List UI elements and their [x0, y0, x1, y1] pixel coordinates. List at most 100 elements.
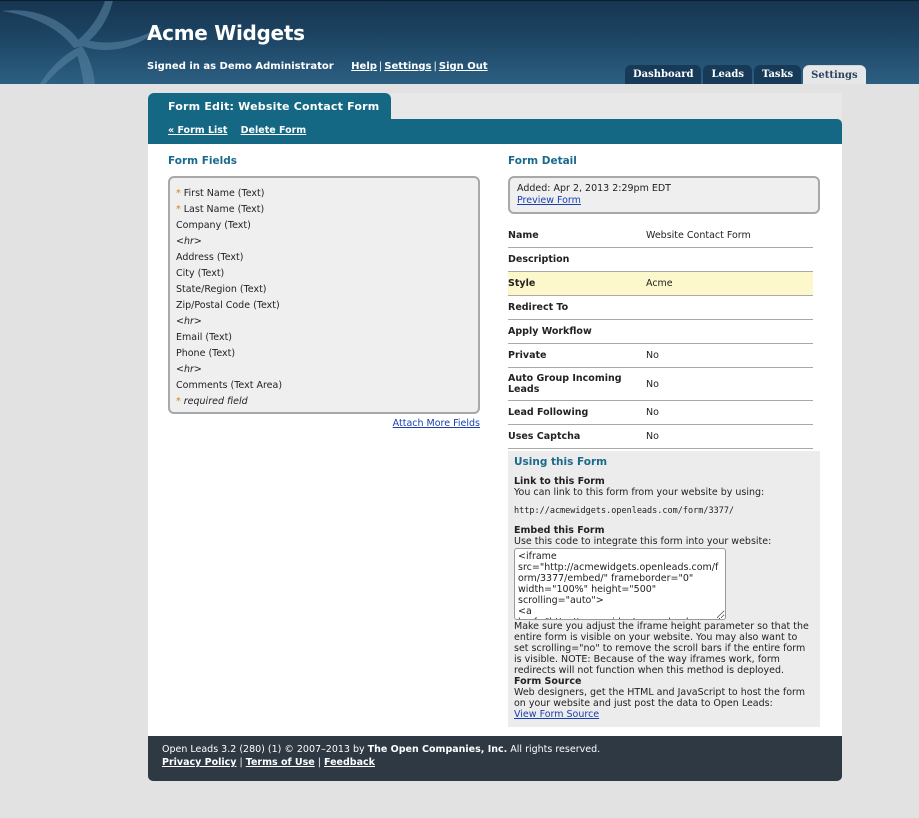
form-field-item[interactable]: City (Text)	[176, 266, 478, 282]
sub-navigation: « Form List Delete Form	[148, 119, 842, 144]
detail-value	[646, 257, 813, 263]
form-field-label: First Name (Text)	[183, 188, 265, 199]
source-text: Web designers, get the HTML and JavaScri…	[514, 687, 806, 709]
form-field-label: Last Name (Text)	[183, 204, 265, 215]
detail-key: Style	[508, 278, 536, 289]
detail-row: Description	[508, 248, 813, 272]
footer: Open Leads 3.2 (280) (1) © 2007–2013 by …	[148, 736, 842, 781]
detail-key: Description	[508, 254, 570, 265]
detail-key: Lead Following	[508, 407, 589, 418]
form-field-item[interactable]: Email (Text)	[176, 330, 478, 346]
form-detail-table: Name Website Contact Form Description Style…	[508, 224, 813, 449]
form-meta-box: Added: Apr 2, 2013 2:29pm EDT Preview Fo…	[508, 176, 820, 214]
link-text: You can link to this form from your webs…	[514, 487, 765, 498]
form-field-label: <hr>	[176, 364, 202, 375]
form-field-item[interactable]: * First Name (Text)	[176, 186, 478, 202]
tab-leads[interactable]: Leads	[703, 65, 752, 84]
rights-text: All rights reserved.	[507, 744, 601, 755]
required-note-text: required field	[183, 396, 248, 407]
detail-row: Lead Following No	[508, 401, 813, 425]
embed-code-textarea[interactable]: <iframe src="http://acmewidgets.openlead…	[514, 548, 726, 620]
detail-value: Website Contact Form	[646, 230, 751, 241]
signed-in-text: Signed in as Demo Administrator	[147, 61, 334, 72]
source-heading: Form Source	[514, 676, 582, 687]
tab-tasks[interactable]: Tasks	[753, 65, 802, 84]
detail-row: Uses Captcha No	[508, 425, 813, 449]
user-bar: Signed in as Demo Administrator Help | Set…	[147, 61, 488, 72]
preview-form-link[interactable]: Preview Form	[517, 195, 581, 206]
form-list-link[interactable]: « Form List	[168, 125, 227, 136]
detail-key: Private	[508, 350, 547, 361]
detail-row: Auto Group Incoming Leads No	[508, 368, 813, 401]
embed-heading: Embed this Form	[514, 525, 605, 536]
view-form-source-link[interactable]: View Form Source	[514, 709, 599, 720]
form-field-item[interactable]: Comments (Text Area)	[176, 378, 478, 394]
detail-key: Auto Group Incoming Leads	[508, 373, 622, 395]
form-field-item[interactable]: <hr>	[176, 234, 478, 250]
form-field-label: Address (Text)	[176, 252, 244, 263]
detail-row: Name Website Contact Form	[508, 224, 813, 248]
embed-note: Make sure you adjust the iframe height p…	[514, 621, 809, 676]
required-marker: *	[176, 188, 181, 199]
required-note: * required field	[176, 394, 478, 410]
feedback-link[interactable]: Feedback	[324, 757, 375, 768]
detail-value: No	[646, 431, 659, 442]
separator: |	[317, 757, 321, 768]
panel-top-fill	[391, 93, 842, 119]
using-title: Using this Form	[514, 456, 608, 468]
detail-value: No	[646, 378, 659, 390]
using-this-form-panel: Using this Form Link to this Form You ca…	[508, 451, 820, 727]
detail-value: No	[646, 407, 659, 418]
detail-row: Redirect To	[508, 296, 813, 320]
detail-key: Name	[508, 230, 539, 241]
form-field-item[interactable]: Zip/Postal Code (Text)	[176, 298, 478, 314]
required-marker: *	[176, 396, 181, 407]
detail-value	[646, 305, 813, 311]
tab-settings[interactable]: Settings	[803, 65, 866, 84]
form-field-item[interactable]: Address (Text)	[176, 250, 478, 266]
settings-link[interactable]: Settings	[384, 61, 431, 72]
form-field-item[interactable]: Phone (Text)	[176, 346, 478, 362]
copyright: Open Leads 3.2 (280) (1) © 2007–2013 by …	[162, 743, 842, 756]
main-tabs: Dashboard Leads Tasks Settings	[625, 65, 866, 84]
separator: |	[433, 61, 437, 72]
form-field-item[interactable]: <hr>	[176, 314, 478, 330]
detail-value: Acme	[646, 278, 673, 289]
form-field-label: <hr>	[176, 316, 202, 327]
form-field-item[interactable]: Company (Text)	[176, 218, 478, 234]
main-content: Form Fields * First Name (Text) * Last Name…	[148, 144, 842, 736]
detail-key: Redirect To	[508, 302, 569, 313]
form-field-label: Zip/Postal Code (Text)	[176, 300, 280, 311]
detail-value: No	[646, 350, 659, 361]
required-marker: *	[176, 204, 181, 215]
detail-key: Uses Captcha	[508, 431, 581, 442]
version-text: Open Leads 3.2 (280) (1) © 2007–2013 by	[162, 744, 368, 755]
privacy-policy-link[interactable]: Privacy Policy	[162, 757, 236, 768]
form-field-label: State/Region (Text)	[176, 284, 267, 295]
embed-text: Use this code to integrate this form int…	[514, 536, 772, 547]
separator: |	[239, 757, 243, 768]
form-field-item[interactable]: <hr>	[176, 362, 478, 378]
form-field-label: Phone (Text)	[176, 348, 236, 359]
form-field-label: Comments (Text Area)	[176, 380, 283, 391]
form-url: http://acmewidgets.openleads.com/form/33…	[514, 506, 735, 516]
form-detail-title: Form Detail	[508, 155, 577, 167]
sign-out-link[interactable]: Sign Out	[439, 61, 488, 72]
form-field-label: <hr>	[176, 236, 202, 247]
form-field-label: Company (Text)	[176, 220, 251, 231]
detail-value	[646, 329, 813, 335]
form-field-item[interactable]: State/Region (Text)	[176, 282, 478, 298]
form-field-label: City (Text)	[176, 268, 225, 279]
attach-more-fields-link[interactable]: Attach More Fields	[393, 418, 480, 429]
added-timestamp: Added: Apr 2, 2013 2:29pm EDT	[517, 183, 671, 194]
form-fields-title: Form Fields	[168, 155, 237, 167]
link-heading: Link to this Form	[514, 476, 605, 487]
company-name: The Open Companies, Inc.	[367, 744, 508, 755]
delete-form-link[interactable]: Delete Form	[241, 125, 307, 136]
form-fields-list: * First Name (Text) * Last Name (Text) Compa…	[168, 176, 480, 414]
help-link[interactable]: Help	[351, 61, 377, 72]
form-field-item[interactable]: * Last Name (Text)	[176, 202, 478, 218]
app-title: Acme Widgets	[147, 21, 305, 45]
tab-dashboard[interactable]: Dashboard	[625, 65, 702, 84]
terms-of-use-link[interactable]: Terms of Use	[246, 757, 315, 768]
